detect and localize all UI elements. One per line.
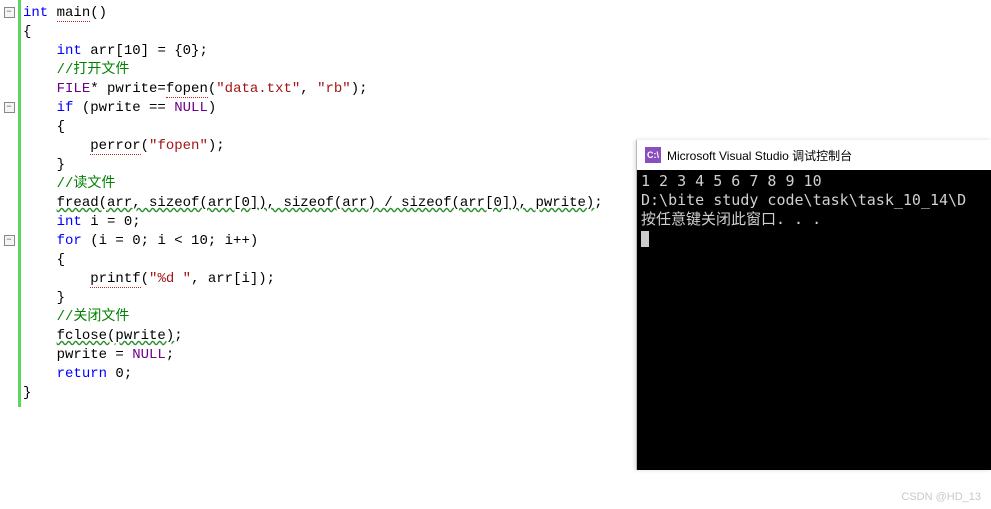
code-token xyxy=(23,138,90,154)
code-area[interactable]: int main(){ int arr[10] = {0}; //打开文件 FI… xyxy=(21,0,607,407)
code-token: ; xyxy=(594,195,602,211)
code-token: * pwrite= xyxy=(90,81,166,97)
code-token: (i = 0; i < 10; i++) xyxy=(82,233,258,249)
code-token: fopen xyxy=(166,81,208,98)
code-token: 0; xyxy=(107,366,132,382)
code-token: "rb" xyxy=(317,81,351,97)
code-line[interactable]: FILE* pwrite=fopen("data.txt", "rb"); xyxy=(23,80,603,99)
code-token xyxy=(23,176,57,192)
code-token: { xyxy=(23,119,65,135)
code-token: printf xyxy=(90,271,140,288)
code-token: ( xyxy=(141,138,149,154)
code-token xyxy=(23,366,57,382)
code-token: ( xyxy=(141,271,149,287)
code-token: } xyxy=(23,157,65,173)
code-token xyxy=(23,62,57,78)
code-line[interactable]: } xyxy=(23,384,603,403)
code-token: ) xyxy=(208,100,216,116)
code-line[interactable]: int i = 0; xyxy=(23,213,603,232)
code-token: { xyxy=(23,252,65,268)
code-line[interactable]: fclose(pwrite); xyxy=(23,327,603,346)
console-cursor xyxy=(641,231,649,247)
console-line-1: 1 2 3 4 5 6 7 8 9 10 xyxy=(641,172,822,190)
code-token: //读文件 xyxy=(57,176,116,192)
code-line[interactable]: pwrite = NULL; xyxy=(23,346,603,365)
fold-toggle[interactable]: − xyxy=(4,235,15,246)
code-token: "fopen" xyxy=(149,138,208,154)
code-line[interactable]: //关闭文件 xyxy=(23,308,603,327)
code-token: "%d " xyxy=(149,271,191,287)
code-line[interactable]: { xyxy=(23,23,603,42)
console-titlebar[interactable]: C:\ Microsoft Visual Studio 调试控制台 xyxy=(637,140,991,170)
code-line[interactable]: { xyxy=(23,251,603,270)
code-line[interactable]: //打开文件 xyxy=(23,61,603,80)
debug-console-window: C:\ Microsoft Visual Studio 调试控制台 1 2 3 … xyxy=(636,140,991,470)
code-token xyxy=(23,328,57,344)
code-line[interactable]: { xyxy=(23,118,603,137)
code-token: fclose(pwrite) xyxy=(57,328,175,344)
code-token: for xyxy=(57,233,82,249)
fold-gutter: − − − xyxy=(0,0,18,407)
code-token xyxy=(23,43,57,59)
code-token xyxy=(23,214,57,230)
code-token: "data.txt" xyxy=(216,81,300,97)
code-line[interactable]: } xyxy=(23,289,603,308)
code-token: int xyxy=(57,43,82,59)
code-line[interactable]: //读文件 xyxy=(23,175,603,194)
console-line-2: D:\bite study code\task\task_10_14\D xyxy=(641,191,966,209)
code-token: i = 0; xyxy=(82,214,141,230)
console-title: Microsoft Visual Studio 调试控制台 xyxy=(667,147,852,164)
code-line[interactable]: return 0; xyxy=(23,365,603,384)
code-token: fread(arr, sizeof(arr[0]), sizeof(arr) /… xyxy=(57,195,595,211)
code-line[interactable]: if (pwrite == NULL) xyxy=(23,99,603,118)
code-token: (pwrite == xyxy=(73,100,174,116)
code-line[interactable]: printf("%d ", arr[i]); xyxy=(23,270,603,289)
code-token: NULL xyxy=(132,347,166,363)
code-token: return xyxy=(57,366,107,382)
code-token xyxy=(23,81,57,97)
code-editor[interactable]: −−− int main(){ int arr[10] = {0}; //打开文… xyxy=(0,0,640,407)
code-token: } xyxy=(23,385,31,401)
code-token xyxy=(23,195,57,211)
code-token: ; xyxy=(166,347,174,363)
code-token: main xyxy=(57,5,91,22)
code-token: , arr[i]); xyxy=(191,271,275,287)
code-line[interactable]: int arr[10] = {0}; xyxy=(23,42,603,61)
code-line[interactable]: fread(arr, sizeof(arr[0]), sizeof(arr) /… xyxy=(23,194,603,213)
fold-toggle[interactable]: − xyxy=(4,7,15,18)
code-token xyxy=(48,5,56,21)
code-token: int xyxy=(57,214,82,230)
console-line-3: 按任意键关闭此窗口. . . xyxy=(641,210,821,228)
vs-icon: C:\ xyxy=(645,147,661,163)
code-line[interactable]: } xyxy=(23,156,603,175)
code-token: //打开文件 xyxy=(57,62,130,78)
code-token xyxy=(23,271,90,287)
code-token: ; xyxy=(174,328,182,344)
console-output: 1 2 3 4 5 6 7 8 9 10 D:\bite study code\… xyxy=(637,170,991,250)
code-token: int xyxy=(23,5,48,21)
code-token: arr[10] = {0}; xyxy=(82,43,208,59)
code-line[interactable]: for (i = 0; i < 10; i++) xyxy=(23,232,603,251)
watermark: CSDN @HD_13 xyxy=(901,491,981,503)
code-token: { xyxy=(23,24,31,40)
code-token: //关闭文件 xyxy=(57,309,130,325)
code-token: NULL xyxy=(174,100,208,116)
code-token: ); xyxy=(351,81,368,97)
code-token xyxy=(23,100,57,116)
code-token: if xyxy=(57,100,74,116)
code-line[interactable]: int main() xyxy=(23,4,603,23)
code-token: ( xyxy=(208,81,216,97)
code-token: () xyxy=(90,5,107,21)
code-token xyxy=(23,309,57,325)
code-token: pwrite = xyxy=(23,347,132,363)
code-token: ); xyxy=(208,138,225,154)
fold-toggle[interactable]: − xyxy=(4,102,15,113)
code-token: FILE xyxy=(57,81,91,97)
code-token: , xyxy=(300,81,317,97)
code-line[interactable]: perror("fopen"); xyxy=(23,137,603,156)
code-token xyxy=(23,233,57,249)
code-token: perror xyxy=(90,138,140,155)
code-token: } xyxy=(23,290,65,306)
